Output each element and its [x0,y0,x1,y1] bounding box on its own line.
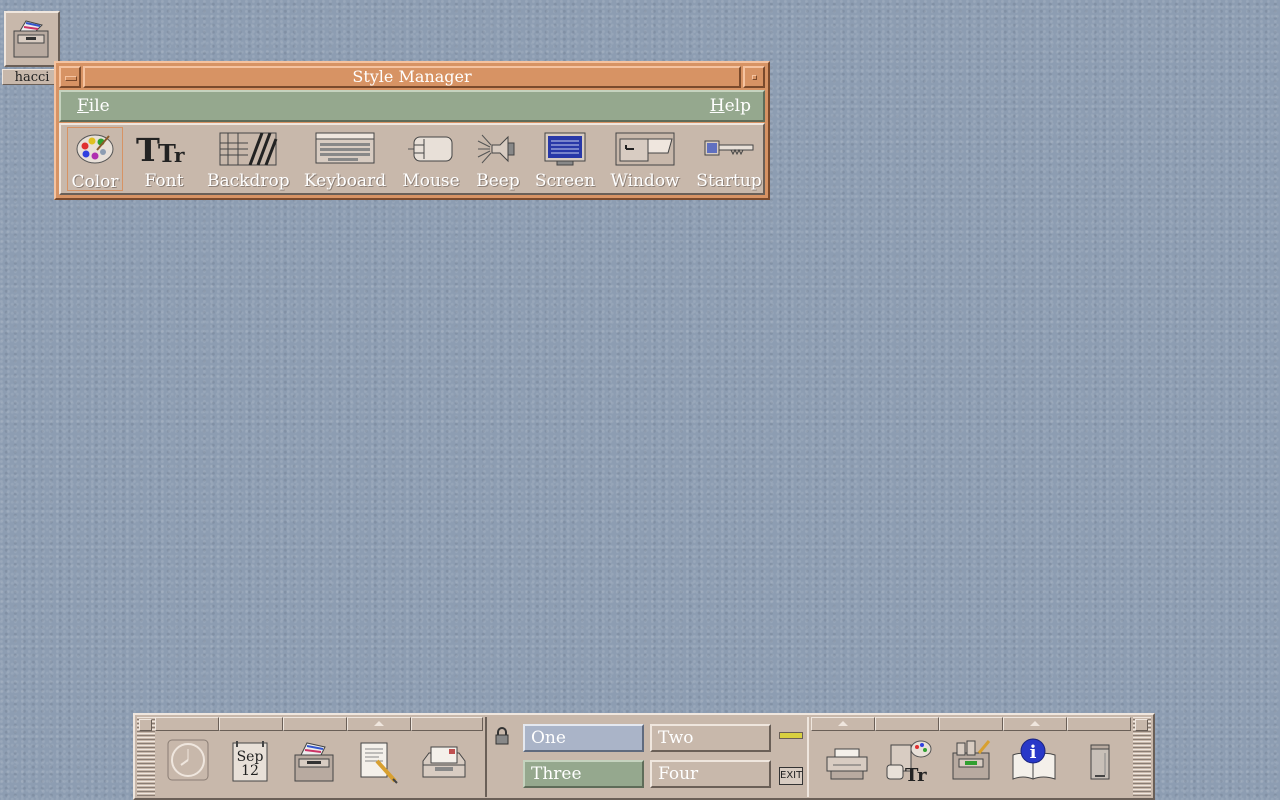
tool-label: Mouse [402,171,460,191]
arrow-up-icon [1030,721,1040,726]
subpanel-handle-editor[interactable] [347,717,411,731]
calendar-day: 12 [241,763,259,779]
tool-beep[interactable]: Beep [473,127,523,191]
tool-window[interactable]: Window [609,127,681,191]
front-panel: Sep 12 One Two Three Four EXIT Tr i [133,713,1155,800]
key-icon [704,140,754,156]
busy-light-icon [779,732,803,739]
window-menu-button[interactable] [59,66,81,88]
workspace-button-two[interactable]: Two [650,724,771,752]
lock-icon[interactable] [495,727,509,745]
panel-menu-button[interactable] [139,719,152,731]
help-icon[interactable]: i [1009,737,1059,787]
svg-text:T: T [136,131,160,167]
panel-drag-handle-right[interactable] [1133,717,1151,797]
text-editor-icon[interactable] [357,739,401,789]
svg-text:r: r [174,143,185,167]
tool-label: Screen [534,171,596,191]
minimize-button[interactable] [743,66,765,88]
desktop-icon-label: hacci [2,69,62,85]
style-manager-window: Style Manager File Help Color T T r Font… [54,61,770,200]
subpanel-handle-style[interactable] [875,717,939,731]
menu-file[interactable]: File [77,96,110,116]
tool-mouse[interactable]: Mouse [401,127,461,191]
speaker-icon [477,134,515,164]
tool-color[interactable]: Color [67,127,123,192]
mail-icon[interactable] [419,739,469,787]
file-manager-icon[interactable] [291,739,337,789]
tool-label: Beep [476,171,520,191]
subpanel-handle-clock[interactable] [155,717,219,731]
tool-label: Startup [696,171,762,191]
tool-label: Color [71,172,119,192]
desktop-icon-hacci[interactable]: hacci [2,11,62,87]
palette-icon [76,134,114,164]
panel-drag-handle-left[interactable] [137,717,155,797]
subpanel-handle-calendar[interactable] [219,717,283,731]
printer-icon[interactable] [825,739,869,787]
menu-help-label: elp [724,96,751,116]
workspace-button-one[interactable]: One [523,724,644,752]
subpanel-handle-printer[interactable] [811,717,875,731]
workspace-button-three[interactable]: Three [523,760,644,788]
subpanel-handle-trash[interactable] [1067,717,1131,731]
subpanel-handle-help[interactable] [1003,717,1067,731]
tool-label: Keyboard [303,171,387,191]
menu-help[interactable]: Help [710,96,751,116]
application-manager-icon[interactable] [949,737,995,787]
mouse-icon [408,136,453,162]
tool-label: Font [144,171,184,191]
calendar-icon[interactable]: Sep 12 [231,739,271,787]
tool-label: Backdrop [207,171,290,191]
arrow-up-icon [838,721,848,726]
window-icon [615,132,675,166]
panel-minimize-button[interactable] [1135,719,1148,731]
style-toolbar: Color T T r Font Backdrop Keyboard Mouse… [59,123,765,195]
tool-startup[interactable]: Startup [695,127,763,191]
svg-text:i: i [1030,742,1037,763]
menu-file-mnemonic: F [77,96,89,116]
subpanel-handle-apps[interactable] [939,717,1003,731]
menu-file-label: ile [88,96,110,116]
menu-bar: File Help [59,90,765,122]
window-title[interactable]: Style Manager [83,66,741,88]
tool-screen[interactable]: Screen [533,127,597,191]
clock-icon[interactable] [167,739,209,785]
subpanel-handle-mail[interactable] [411,717,483,731]
subpanel-handle-files[interactable] [283,717,347,731]
file-manager-desktop-icon [4,11,60,67]
title-bar[interactable]: Style Manager [59,66,765,88]
svg-text:Tr: Tr [905,765,927,785]
tool-label: Window [610,171,680,191]
font-icon: T T r [136,131,185,167]
style-manager-icon[interactable]: Tr [885,737,933,789]
menu-help-mnemonic: H [709,96,725,116]
tool-keyboard[interactable]: Keyboard [303,127,387,191]
monitor-icon [544,132,586,166]
workspace-button-four[interactable]: Four [650,760,771,788]
tool-backdrop[interactable]: Backdrop [207,127,290,191]
arrow-up-icon [374,721,384,726]
backdrop-icon [219,132,278,166]
exit-button[interactable]: EXIT [779,767,803,785]
workspace-switch: One Two Three Four EXIT [485,717,809,797]
trash-icon[interactable] [1085,739,1115,787]
tool-font[interactable]: T T r Font [131,127,197,191]
keyboard-icon [315,132,375,164]
